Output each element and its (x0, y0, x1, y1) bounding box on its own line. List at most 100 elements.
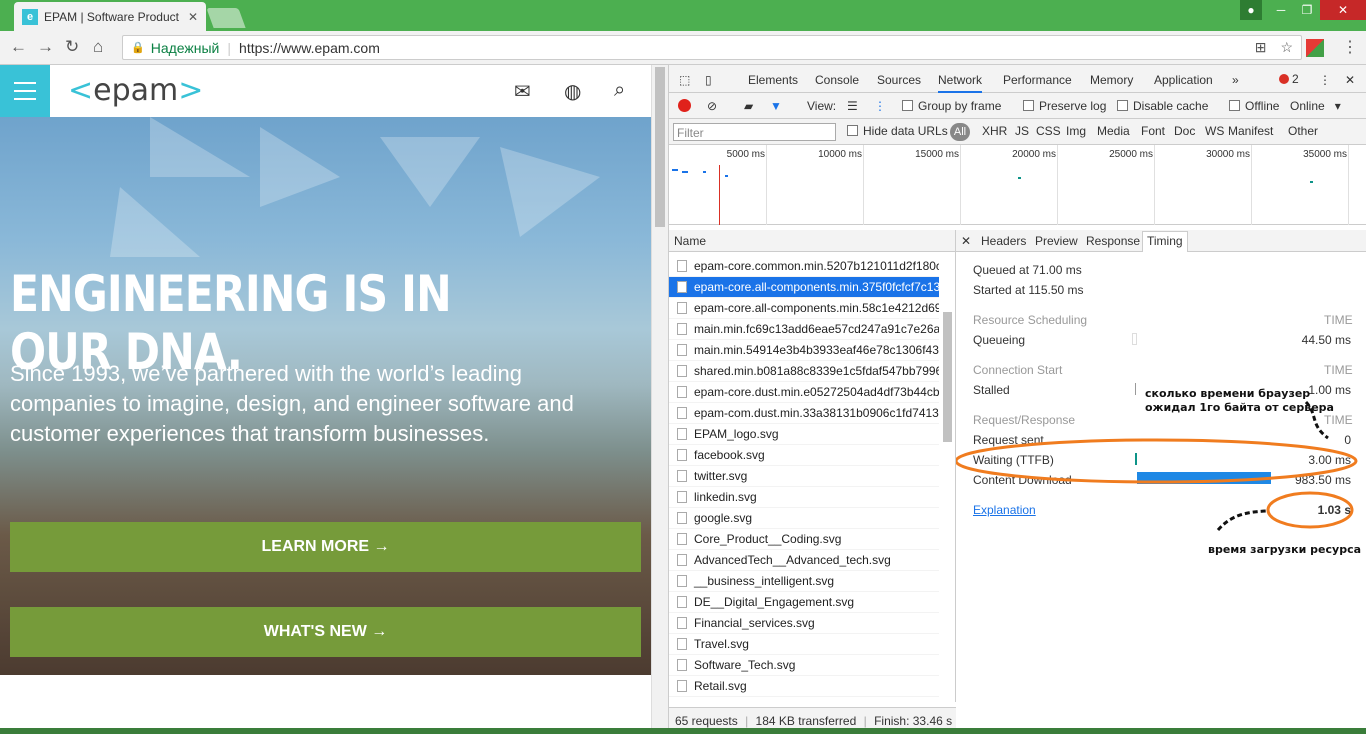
home-icon[interactable]: ⌂ (93, 37, 103, 57)
name-column-header[interactable]: Name (669, 230, 955, 252)
filter-other[interactable]: Other (1288, 124, 1318, 138)
search-icon[interactable]: ⌕ (614, 79, 625, 102)
request-row[interactable]: __business_intelligent.svg (669, 571, 939, 592)
request-row[interactable]: Travel.svg (669, 634, 939, 655)
mail-icon[interactable]: ✉ (514, 79, 531, 104)
devtools-menu-icon[interactable]: ⋮ (1319, 73, 1331, 87)
translate-icon[interactable]: ⊞ (1255, 39, 1267, 56)
filter-xhr[interactable]: XHR (982, 124, 1007, 138)
preserve-log-checkbox[interactable]: Preserve log (1023, 99, 1106, 113)
request-row[interactable]: twitter.svg (669, 466, 939, 487)
inspect-element-icon[interactable]: ⬚ (679, 73, 690, 87)
waterfall-view-icon[interactable]: ⋮ (874, 99, 886, 113)
explanation-link[interactable]: Explanation (973, 503, 1036, 517)
request-row[interactable]: EPAM_logo.svg (669, 424, 939, 445)
filter-css[interactable]: CSS (1036, 124, 1061, 138)
request-row[interactable]: linkedin.svg (669, 487, 939, 508)
request-row[interactable]: Software_Tech.svg (669, 655, 939, 676)
timeline-overview[interactable]: 5000 ms 10000 ms 15000 ms 20000 ms 25000… (669, 145, 1366, 225)
file-icon (677, 512, 687, 524)
tab-elements[interactable]: Elements (748, 73, 798, 87)
request-name: AdvancedTech__Advanced_tech.svg (694, 553, 891, 567)
tab-console[interactable]: Console (815, 73, 859, 87)
throttling-select[interactable]: Online ▾ (1290, 99, 1341, 113)
request-row[interactable]: Financial_services.svg (669, 613, 939, 634)
learn-more-button[interactable]: LEARN MORE → (10, 522, 641, 572)
capture-screenshots-icon[interactable]: ▰ (744, 99, 753, 113)
file-icon (677, 533, 687, 545)
request-row[interactable]: main.min.fc69c13add6eae57cd247a91c7e26a1 (669, 319, 939, 340)
scroll-thumb[interactable] (943, 312, 952, 442)
forward-arrow-icon[interactable]: → (37, 37, 54, 57)
minimize-button[interactable]: ─ (1268, 0, 1294, 20)
tab-response[interactable]: Response (1086, 234, 1140, 248)
file-icon (677, 386, 687, 398)
request-row[interactable]: epam-core.dust.min.e05272504ad4df73b44cb… (669, 382, 939, 403)
request-row[interactable]: epam-core.all-components.min.375f0fcfcf7… (669, 277, 939, 298)
tab-performance[interactable]: Performance (1003, 73, 1072, 87)
filter-manifest[interactable]: Manifest (1228, 124, 1273, 138)
epam-logo[interactable]: <epam> (68, 73, 203, 108)
request-list-scrollbar[interactable] (940, 252, 955, 702)
tab-headers[interactable]: Headers (981, 234, 1026, 248)
clear-icon[interactable]: ⊘ (707, 99, 717, 113)
large-rows-icon[interactable]: ☰ (847, 99, 858, 113)
more-tabs-icon[interactable]: » (1232, 73, 1239, 87)
hamburger-menu-icon[interactable] (0, 65, 50, 117)
globe-icon[interactable]: ◍ (564, 79, 581, 104)
close-devtools-icon[interactable]: ✕ (1345, 73, 1355, 87)
tab-network[interactable]: Network (938, 73, 983, 93)
started-at: Started at 115.50 ms (973, 283, 1084, 297)
request-row[interactable]: epam-com.dust.min.33a38131b0906c1fd74138 (669, 403, 939, 424)
request-row[interactable]: Core_Product__Coding.svg (669, 529, 939, 550)
close-tab-icon[interactable]: ✕ (188, 10, 198, 24)
disable-cache-checkbox[interactable]: Disable cache (1117, 99, 1208, 113)
filter-media[interactable]: Media (1097, 124, 1130, 138)
close-window-button[interactable]: ✕ (1320, 0, 1366, 20)
request-row[interactable]: facebook.svg (669, 445, 939, 466)
filter-ws[interactable]: WS (1205, 124, 1224, 138)
file-icon (677, 344, 687, 356)
tab-application[interactable]: Application (1154, 73, 1213, 87)
request-row[interactable]: epam-core.common.min.5207b121011d2f180c (669, 256, 939, 277)
request-row[interactable]: shared.min.b081a88c8339e1c5fdaf547bb7996… (669, 361, 939, 382)
filter-icon[interactable]: ▼ (770, 99, 782, 113)
scroll-thumb[interactable] (655, 67, 665, 227)
filter-all[interactable]: All (950, 123, 970, 141)
tab-memory[interactable]: Memory (1090, 73, 1133, 87)
address-bar[interactable]: 🔒 Надежный | https://www.epam.com ⊞ ☆ (122, 35, 1302, 60)
maximize-button[interactable]: ❐ (1294, 0, 1320, 20)
bookmark-star-icon[interactable]: ☆ (1280, 39, 1293, 56)
tab-timing[interactable]: Timing (1142, 231, 1188, 252)
close-detail-icon[interactable]: ✕ (961, 234, 971, 248)
request-row[interactable]: AdvancedTech__Advanced_tech.svg (669, 550, 939, 571)
new-tab-button[interactable] (206, 8, 246, 28)
whats-new-button[interactable]: WHAT'S NEW → (10, 607, 641, 657)
filter-doc[interactable]: Doc (1174, 124, 1195, 138)
filter-input[interactable]: Filter (673, 123, 836, 141)
extension-icon[interactable] (1306, 39, 1324, 57)
request-row[interactable]: DE__Digital_Engagement.svg (669, 592, 939, 613)
offline-checkbox[interactable]: Offline (1229, 99, 1279, 113)
record-icon[interactable] (678, 99, 691, 112)
request-row[interactable]: google.svg (669, 508, 939, 529)
request-row[interactable]: epam-core.all-components.min.58c1e4212d6… (669, 298, 939, 319)
error-count-badge[interactable]: 2 (1279, 72, 1299, 86)
tab-sources[interactable]: Sources (877, 73, 921, 87)
reload-icon[interactable]: ↻ (65, 37, 79, 57)
user-profile-icon[interactable]: ● (1240, 0, 1262, 20)
tab-preview[interactable]: Preview (1035, 234, 1078, 248)
page-scrollbar[interactable] (651, 65, 668, 734)
url-text[interactable]: https://www.epam.com (239, 40, 380, 56)
request-row[interactable]: main.min.54914e3b4b3933eaf46e78c1306f43e (669, 340, 939, 361)
filter-font[interactable]: Font (1141, 124, 1165, 138)
back-arrow-icon[interactable]: ← (10, 37, 27, 57)
device-toolbar-icon[interactable]: ▯ (705, 73, 712, 87)
group-by-frame-checkbox[interactable]: Group by frame (902, 99, 1001, 113)
filter-js[interactable]: JS (1015, 124, 1029, 138)
request-row[interactable]: Retail.svg (669, 676, 939, 697)
browser-tab-active[interactable]: e EPAM | Software Product ✕ (14, 2, 206, 31)
filter-img[interactable]: Img (1066, 124, 1086, 138)
browser-menu-icon[interactable]: ⋮ (1342, 37, 1358, 57)
hide-data-urls-checkbox[interactable]: Hide data URLs (847, 124, 948, 138)
